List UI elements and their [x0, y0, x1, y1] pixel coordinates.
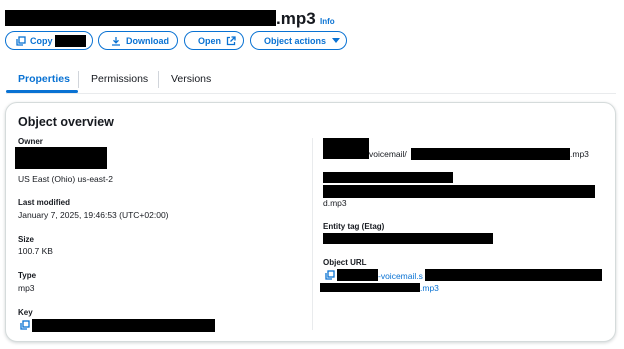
tab-separator: [78, 71, 79, 88]
etag-label: Entity tag (Etag): [323, 222, 385, 231]
tabs-divider: [6, 93, 616, 94]
type-label: Type: [18, 271, 37, 280]
last-modified-label: Last modified: [18, 198, 71, 207]
redacted-copy-target: [54, 34, 86, 47]
external-link-icon: [226, 35, 236, 45]
tab-separator: [158, 71, 159, 88]
s3-uri-end: .mp3: [570, 149, 589, 159]
redacted-object-name: [5, 10, 276, 26]
s3-uri-mid: voicemail/: [369, 149, 407, 159]
object-actions-label: Object actions: [264, 35, 327, 46]
download-icon: [112, 36, 120, 46]
redacted-etag: [323, 233, 493, 244]
tab-versions[interactable]: Versions: [171, 73, 211, 85]
object-url-label: Object URL: [323, 258, 367, 267]
redacted-url-line-2: [320, 283, 420, 292]
last-modified-value: January 7, 2025, 19:46:53 (UTC+02:00): [18, 210, 169, 220]
size-label: Size: [18, 235, 35, 244]
object-url-end[interactable]: .mp3: [420, 283, 439, 293]
info-link[interactable]: Info: [320, 17, 335, 26]
copy-button[interactable]: Copy: [5, 31, 93, 50]
object-actions-button[interactable]: Object actions: [250, 31, 347, 50]
key-label: Key: [18, 308, 33, 317]
download-button-label: Download: [126, 35, 169, 46]
redacted-arn-line-2: [323, 185, 595, 198]
region-value: US East (Ohio) us-east-2: [18, 174, 113, 184]
copy-button-label: Copy: [30, 35, 53, 46]
redacted-arn-line-1: [323, 172, 453, 183]
caret-down-icon: [332, 37, 341, 43]
redacted-s3-uri-middle: [411, 148, 570, 160]
redacted-s3-uri-start: [323, 138, 369, 159]
arn-end: d.mp3: [323, 198, 347, 208]
tab-permissions[interactable]: Permissions: [91, 73, 148, 85]
object-overview-panel: [5, 102, 616, 342]
size-value: 100.7 KB: [18, 246, 53, 256]
copy-icon: [16, 35, 26, 46]
page-title: .mp3: [276, 9, 316, 28]
object-url-mid[interactable]: -voicemail.s: [378, 271, 423, 281]
redacted-url-start: [337, 269, 378, 281]
column-divider: [312, 138, 313, 330]
type-value: mp3: [18, 283, 35, 293]
download-button[interactable]: Download: [98, 31, 178, 50]
copy-key-icon[interactable]: [20, 320, 30, 330]
open-button-label: Open: [198, 35, 222, 46]
redacted-owner: [15, 147, 107, 169]
tab-properties[interactable]: Properties: [18, 73, 70, 85]
redacted-url-middle: [425, 269, 602, 281]
owner-label: Owner: [18, 137, 43, 146]
panel-title: Object overview: [18, 115, 114, 129]
open-button[interactable]: Open: [184, 31, 244, 50]
redacted-key: [32, 319, 215, 332]
copy-url-icon[interactable]: [325, 270, 335, 280]
